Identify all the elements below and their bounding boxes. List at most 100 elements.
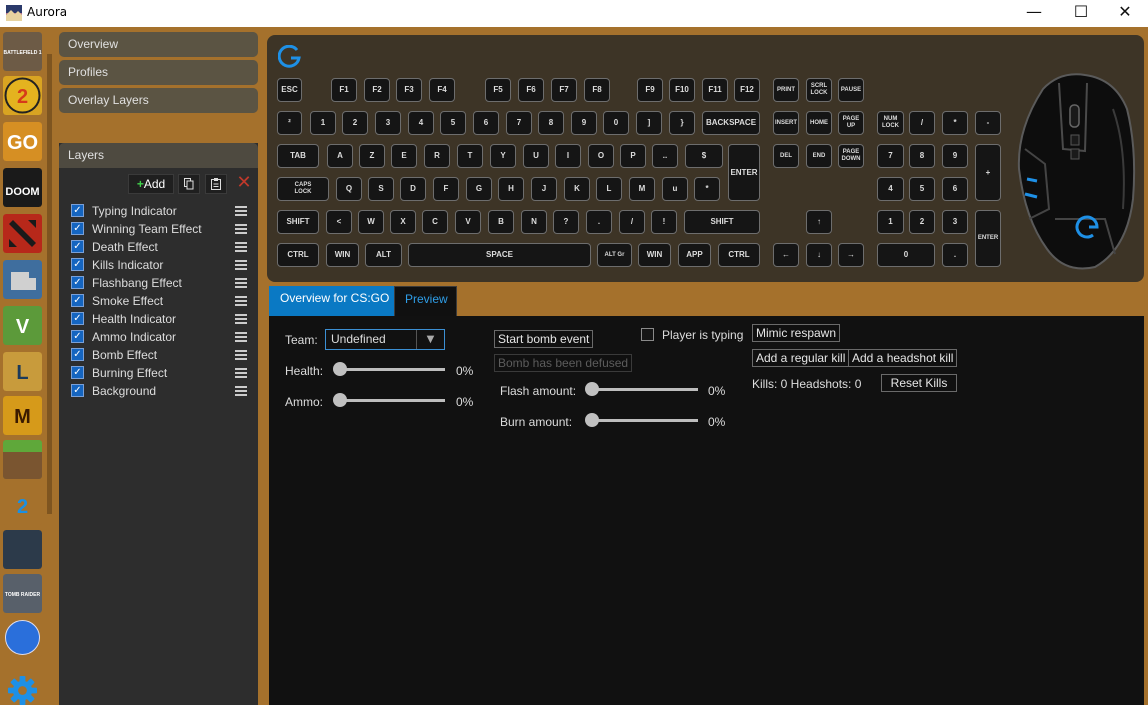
- game-list-scrollbar[interactable]: [47, 54, 52, 514]
- key-f1[interactable]: F1: [331, 78, 357, 102]
- drag-handle-icon[interactable]: [235, 332, 247, 342]
- nav-layers[interactable]: Layers: [59, 143, 258, 168]
- key-u[interactable]: u: [662, 177, 688, 201]
- key-4[interactable]: 4: [877, 177, 904, 201]
- key-win[interactable]: WIN: [326, 243, 359, 267]
- key-u[interactable]: U: [523, 144, 549, 168]
- layer-row[interactable]: ✓ Winning Team Effect: [59, 220, 258, 238]
- key-7[interactable]: 7: [506, 111, 532, 135]
- layer-enabled-checkbox[interactable]: ✓: [71, 240, 84, 253]
- tab-preview[interactable]: Preview: [394, 286, 457, 316]
- key-f2[interactable]: F2: [364, 78, 390, 102]
- key-i[interactable]: I: [555, 144, 581, 168]
- drag-handle-icon[interactable]: [235, 206, 247, 216]
- ammo-slider-track[interactable]: [339, 399, 445, 402]
- layer-enabled-checkbox[interactable]: ✓: [71, 384, 84, 397]
- health-slider-thumb[interactable]: [333, 362, 347, 376]
- game-gta-v-button[interactable]: V: [3, 306, 42, 345]
- key-x[interactable]: X: [390, 210, 416, 234]
- key-space[interactable]: SPACE: [408, 243, 591, 267]
- key-k[interactable]: K: [564, 177, 590, 201]
- drag-handle-icon[interactable]: [235, 242, 247, 252]
- key-7[interactable]: 7: [877, 144, 904, 168]
- key-y[interactable]: Y: [490, 144, 516, 168]
- key-[interactable]: -: [975, 111, 1001, 135]
- key-n[interactable]: N: [521, 210, 547, 234]
- start-bomb-event-button[interactable]: Start bomb event: [494, 330, 594, 348]
- key-esc[interactable]: ESC: [277, 78, 302, 102]
- flash-slider-thumb[interactable]: [585, 382, 599, 396]
- key-h[interactable]: H: [498, 177, 524, 201]
- nav-overview[interactable]: Overview: [59, 32, 258, 57]
- key-²[interactable]: ²: [277, 111, 302, 135]
- game-tomb-raider-button[interactable]: TOMB RAIDER: [3, 574, 42, 613]
- key-2[interactable]: 2: [909, 210, 935, 234]
- drag-handle-icon[interactable]: [235, 368, 247, 378]
- key-6[interactable]: 6: [473, 111, 499, 135]
- game-minecraft-button[interactable]: [3, 440, 42, 479]
- key-enter[interactable]: ENTER: [975, 210, 1001, 267]
- game-league-of-legends-button[interactable]: L: [3, 352, 42, 391]
- key-g[interactable]: G: [466, 177, 492, 201]
- key-tab[interactable]: TAB: [277, 144, 319, 168]
- game-rocket-league-button[interactable]: [3, 618, 42, 657]
- key-f3[interactable]: F3: [396, 78, 422, 102]
- key-s[interactable]: S: [368, 177, 394, 201]
- key-[interactable]: ←: [773, 243, 799, 267]
- key-o[interactable]: O: [588, 144, 614, 168]
- key-[interactable]: .: [586, 210, 612, 234]
- key-del[interactable]: DEL: [773, 144, 799, 168]
- layer-row[interactable]: ✓ Ammo Indicator: [59, 328, 258, 346]
- layer-row[interactable]: ✓ Flashbang Effect: [59, 274, 258, 292]
- key-end[interactable]: END: [806, 144, 832, 168]
- flash-slider-track[interactable]: [592, 388, 698, 391]
- game-rainbow-six-siege-button[interactable]: [3, 530, 42, 569]
- drag-handle-icon[interactable]: [235, 260, 247, 270]
- layer-row[interactable]: ✓ Burning Effect: [59, 364, 258, 382]
- add-headshot-kill-button[interactable]: Add a headshot kill: [848, 349, 958, 367]
- key-app[interactable]: APP: [678, 243, 711, 267]
- key-[interactable]: +: [975, 144, 1001, 201]
- layer-row[interactable]: ✓ Kills Indicator: [59, 256, 258, 274]
- drag-handle-icon[interactable]: [235, 386, 247, 396]
- key-5[interactable]: 5: [440, 111, 466, 135]
- key-9[interactable]: 9: [942, 144, 968, 168]
- copy-layer-button[interactable]: [178, 174, 200, 194]
- key-0[interactable]: 0: [877, 243, 935, 267]
- key-print[interactable]: PRINT: [773, 78, 799, 102]
- layer-row[interactable]: ✓ Background: [59, 382, 258, 400]
- key-[interactable]: $: [685, 144, 723, 168]
- key-8[interactable]: 8: [538, 111, 564, 135]
- key-ctrl[interactable]: CTRL: [277, 243, 319, 267]
- key-l[interactable]: L: [596, 177, 622, 201]
- key-f12[interactable]: F12: [734, 78, 760, 102]
- key-f6[interactable]: F6: [518, 78, 544, 102]
- game-csgo-button[interactable]: GO: [3, 122, 42, 161]
- key-num-lock[interactable]: NUM LOCK: [877, 111, 904, 135]
- drag-handle-icon[interactable]: [235, 296, 247, 306]
- key-f8[interactable]: F8: [584, 78, 610, 102]
- key-1[interactable]: 1: [877, 210, 904, 234]
- key-scrl-lock[interactable]: SCRL LOCK: [806, 78, 832, 102]
- key-e[interactable]: E: [391, 144, 417, 168]
- game-mafia-button[interactable]: M: [3, 396, 42, 435]
- reset-kills-button[interactable]: Reset Kills: [881, 374, 957, 392]
- key-insert[interactable]: INSERT: [773, 111, 799, 135]
- key-a[interactable]: A: [327, 144, 353, 168]
- key-home[interactable]: HOME: [806, 111, 832, 135]
- key-caps-lock[interactable]: CAPS LOCK: [277, 177, 329, 201]
- key-m[interactable]: M: [629, 177, 655, 201]
- key-[interactable]: *: [694, 177, 720, 201]
- layer-row[interactable]: ✓ Typing Indicator: [59, 202, 258, 220]
- game-payday-2-button[interactable]: 2: [3, 486, 42, 525]
- layer-enabled-checkbox[interactable]: ✓: [71, 204, 84, 217]
- key-6[interactable]: 6: [942, 177, 968, 201]
- add-layer-button[interactable]: +Add: [128, 174, 174, 194]
- key-9[interactable]: 9: [571, 111, 597, 135]
- key-[interactable]: <: [326, 210, 352, 234]
- paste-layer-button[interactable]: [205, 174, 227, 194]
- key-page-up[interactable]: PAGE UP: [838, 111, 864, 135]
- key-[interactable]: →: [838, 243, 864, 267]
- key-0[interactable]: 0: [603, 111, 629, 135]
- nav-overlay-layers[interactable]: Overlay Layers: [59, 88, 258, 113]
